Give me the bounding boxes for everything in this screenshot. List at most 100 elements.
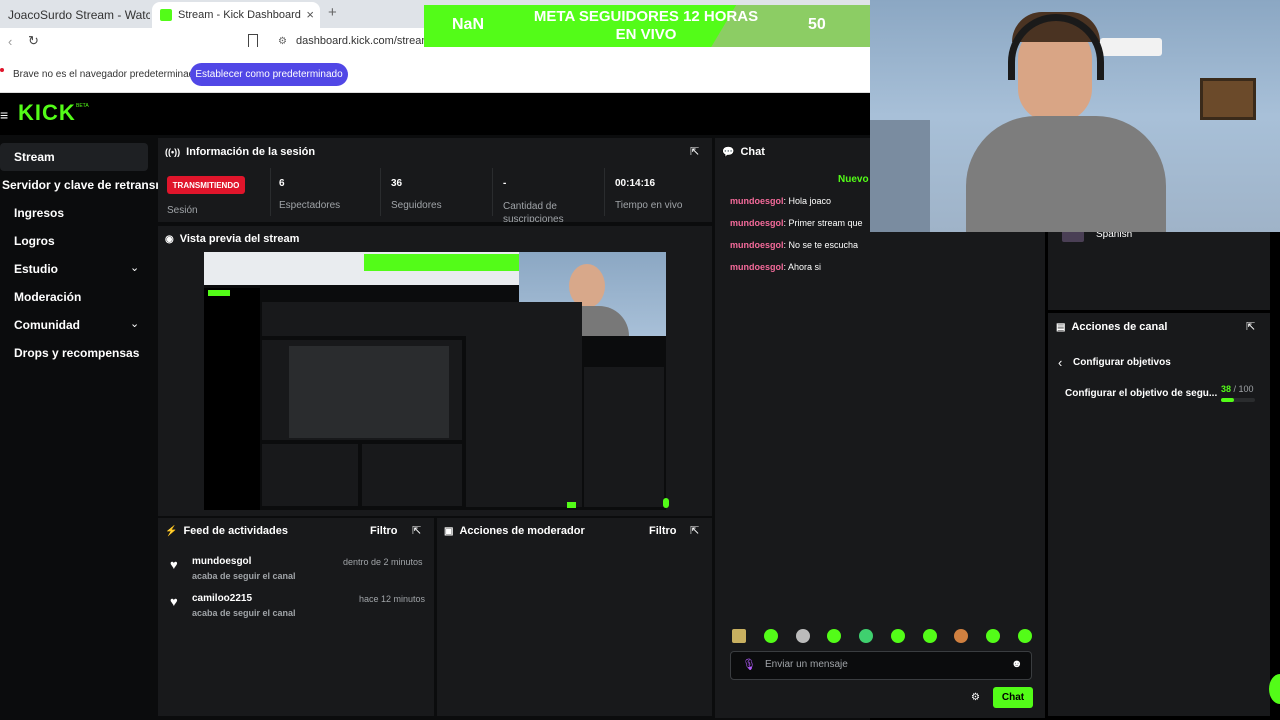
tshirt	[966, 116, 1166, 232]
emote-icon[interactable]	[763, 629, 778, 643]
sidebar-item-stream[interactable]: Stream	[0, 143, 155, 171]
divider	[492, 168, 493, 216]
popout-icon[interactable]: ⇱	[412, 524, 421, 537]
menu-icon[interactable]: ≡	[0, 107, 8, 123]
activity-time: dentro de 2 minutos	[343, 557, 423, 567]
goal-count: 38 / 100	[1221, 384, 1254, 394]
live-time-value: 00:14:16	[615, 178, 656, 189]
live-time-label: Tiempo en vivo	[615, 200, 683, 211]
chevron-left-icon[interactable]: ‹	[1058, 355, 1062, 370]
popout-icon[interactable]: ⇱	[690, 524, 699, 537]
sidebar-item-logros[interactable]: Logros	[0, 227, 155, 255]
channel-actions-title: ▤ Acciones de canal	[1056, 321, 1168, 333]
emote-icon[interactable]	[732, 629, 746, 643]
back-icon[interactable]: ‹	[8, 34, 12, 49]
activity-action: acaba de seguir el canal	[192, 608, 296, 618]
overlay-left-value: NaN	[452, 16, 485, 33]
chat-message: mundoesgol: Ahora si	[730, 262, 822, 272]
emote-icon[interactable]	[986, 629, 1001, 643]
popout-icon[interactable]: ⇱	[690, 145, 699, 158]
wall-picture	[1200, 78, 1256, 120]
mod-filter-button[interactable]: Filtro	[649, 525, 677, 537]
emote-bar	[732, 629, 1032, 645]
preview-indicator	[663, 498, 669, 508]
emoji-icon[interactable]: ☻	[1011, 658, 1023, 670]
microphone-icon[interactable]: 🎙	[742, 658, 756, 671]
emote-icon[interactable]	[954, 629, 969, 643]
heart-icon: ♥	[170, 557, 178, 572]
chat-message: mundoesgol: Hola joaco	[730, 196, 832, 206]
popout-icon[interactable]: ⇱	[1246, 320, 1255, 333]
tab-joacosurdo[interactable]: JoacoSurdo Stream - Watch Live on	[0, 2, 150, 28]
viewers-label: Espectadores	[279, 200, 341, 211]
session-title: ((•)) Información de la sesión	[165, 146, 316, 158]
send-chat-button[interactable]: Chat	[993, 687, 1033, 708]
sidebar-item-moderacion[interactable]: Moderación	[0, 283, 155, 311]
emote-icon[interactable]	[859, 629, 874, 643]
air-conditioner	[1100, 38, 1162, 56]
chevron-down-icon[interactable]: ⌄	[130, 317, 139, 330]
reload-icon[interactable]: ↻	[28, 33, 39, 49]
eye-icon: ◉	[165, 233, 174, 245]
overlay-title: META SEGUIDORES 12 HORAS EN VIVO	[533, 8, 759, 43]
sidebar-item-ingresos[interactable]: Ingresos	[0, 199, 155, 227]
subs-label: Cantidad de suscripciones	[503, 201, 564, 222]
kick-logo[interactable]: KICK	[18, 100, 76, 126]
heart-icon: ♥	[170, 594, 178, 609]
viewers-value: 6	[279, 178, 285, 189]
site-settings-icon[interactable]: ⚙	[278, 36, 287, 47]
top-nav	[0, 93, 870, 135]
brave-dot	[0, 68, 4, 72]
goal-progress-fill	[1221, 398, 1234, 402]
bookmark-icon[interactable]	[248, 34, 258, 47]
session-label: Sesión	[167, 205, 198, 216]
overlay-right-value: 50	[808, 16, 826, 33]
divider	[270, 168, 271, 216]
preview-sidebar	[204, 288, 260, 510]
emote-icon[interactable]	[890, 629, 905, 643]
chat-message: mundoesgol: No se te escucha	[730, 240, 859, 250]
divider	[380, 168, 381, 216]
close-tab-icon[interactable]: ×	[306, 7, 314, 22]
gear-icon[interactable]: ⚙	[971, 692, 980, 703]
activity-action: acaba de seguir el canal	[192, 571, 296, 581]
set-default-button[interactable]: Establecer como predeterminado	[190, 63, 348, 86]
beta-badge: BETA	[76, 103, 89, 109]
chat-title: 💬 Chat	[722, 146, 765, 158]
default-browser-text: Brave no es el navegador predeterminado	[13, 69, 200, 80]
kick-favicon-icon	[160, 9, 172, 21]
sidebar-item-drops[interactable]: Drops y recompensas	[0, 339, 155, 367]
divider	[604, 168, 605, 216]
lightning-icon: ⚡	[165, 525, 178, 537]
activity-user[interactable]: camiloo2215	[192, 593, 252, 604]
preview-goal	[364, 254, 519, 271]
sidebar-item-server[interactable]: Servidor y clave de retransm	[0, 171, 158, 199]
preview-title: ◉ Vista previa del stream	[165, 233, 300, 245]
new-tab-icon[interactable]: +	[328, 4, 337, 21]
emote-icon[interactable]	[795, 629, 810, 643]
chat-bubble-icon: 💬	[722, 146, 735, 158]
shield-icon: ▣	[444, 525, 454, 537]
activity-user[interactable]: mundoesgol	[192, 556, 251, 567]
chevron-down-icon[interactable]: ⌄	[130, 261, 139, 274]
url-bar[interactable]: dashboard.kick.com/stream	[296, 35, 431, 47]
configure-goals-back[interactable]: Configurar objetivos	[1073, 357, 1171, 368]
follower-goal-item[interactable]: Configurar el objetivo de segu...	[1065, 388, 1217, 399]
background-door	[870, 120, 930, 232]
mod-actions-title: ▣ Acciones de moderador	[444, 525, 585, 537]
mod-actions-panel	[437, 518, 712, 716]
subs-value: -	[503, 178, 507, 189]
channel-actions-panel	[1048, 313, 1270, 716]
emote-icon[interactable]	[922, 629, 937, 643]
live-status-badge: TRANSMITIENDO	[167, 176, 245, 194]
emote-icon[interactable]	[1017, 629, 1032, 643]
tab-kick-dashboard[interactable]: Stream - Kick Dashboard ×	[152, 2, 320, 28]
chat-input-placeholder: Enviar un mensaje	[765, 659, 848, 670]
stream-preview-video[interactable]	[204, 252, 666, 510]
activity-filter-button[interactable]: Filtro	[370, 525, 398, 537]
new-messages-label[interactable]: Nuevo	[838, 174, 869, 185]
followers-label: Seguidores	[391, 200, 442, 211]
chat-message: mundoesgol: Primer stream que	[730, 218, 863, 228]
floating-action-button[interactable]	[1269, 674, 1280, 704]
emote-icon[interactable]	[827, 629, 842, 643]
